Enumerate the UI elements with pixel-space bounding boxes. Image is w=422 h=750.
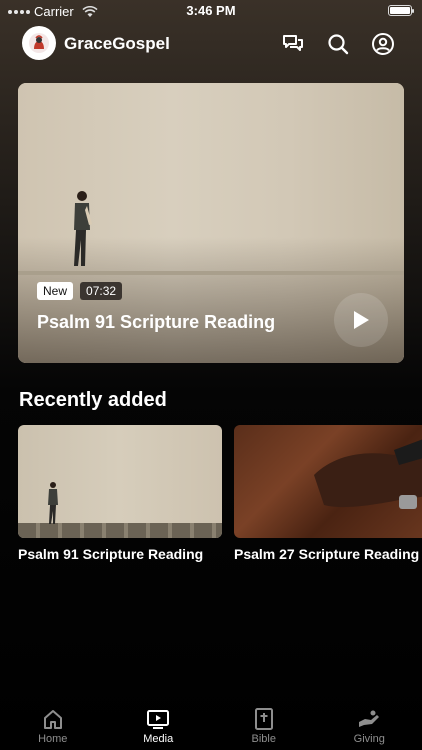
bible-icon	[254, 708, 273, 730]
profile-icon[interactable]	[371, 32, 395, 56]
tab-bible[interactable]: Bible	[211, 702, 317, 750]
app-logo[interactable]	[22, 26, 56, 60]
app-header: GraceGospel	[0, 26, 422, 62]
media-card-title: Psalm 27 Scripture Reading	[234, 546, 420, 562]
home-icon	[43, 710, 62, 729]
duration-badge: 07:32	[80, 282, 123, 300]
play-icon	[354, 311, 369, 329]
tab-label-home: Home	[38, 733, 68, 745]
battery-icon	[388, 5, 414, 16]
chat-icon[interactable]	[281, 32, 305, 56]
tab-label-bible: Bible	[251, 733, 276, 745]
featured-video-title: Psalm 91 Scripture Reading	[37, 312, 276, 332]
giving-icon	[359, 710, 380, 727]
tab-label-giving: Giving	[353, 733, 385, 745]
media-thumbnail	[234, 425, 422, 538]
media-icon	[147, 710, 170, 729]
recently-added-heading: Recently added	[19, 389, 167, 411]
bottom-tab-bar: Home Media Bible Giving	[0, 702, 422, 750]
tab-label-media: Media	[143, 733, 174, 745]
church-logo-icon	[29, 33, 49, 53]
tab-home[interactable]: Home	[0, 702, 106, 750]
new-badge: New	[37, 282, 74, 300]
tab-giving[interactable]: Giving	[317, 702, 422, 750]
media-thumbnail	[18, 425, 222, 538]
tab-media[interactable]: Media	[106, 702, 212, 750]
status-bar: Carrier 3:46 PM	[0, 0, 422, 22]
media-card[interactable]: Psalm 91 Scripture Reading	[18, 425, 222, 562]
walking-person-image	[74, 191, 92, 266]
media-card-title: Psalm 91 Scripture Reading	[18, 546, 204, 562]
play-button[interactable]	[334, 293, 388, 347]
status-time: 3:46 PM	[186, 3, 236, 18]
featured-video-card[interactable]: New 07:32 Psalm 91 Scripture Reading	[18, 83, 404, 363]
search-icon[interactable]	[326, 32, 350, 56]
app-title: GraceGospel	[64, 34, 170, 53]
praying-hands-image	[314, 439, 422, 509]
featured-badges: New 07:32	[37, 282, 123, 300]
media-card[interactable]: Psalm 27 Scripture Reading	[234, 425, 422, 562]
app-screen: Carrier 3:46 PM GraceGospel New 07:32 Ps…	[0, 0, 422, 750]
walking-person-image	[48, 482, 58, 524]
